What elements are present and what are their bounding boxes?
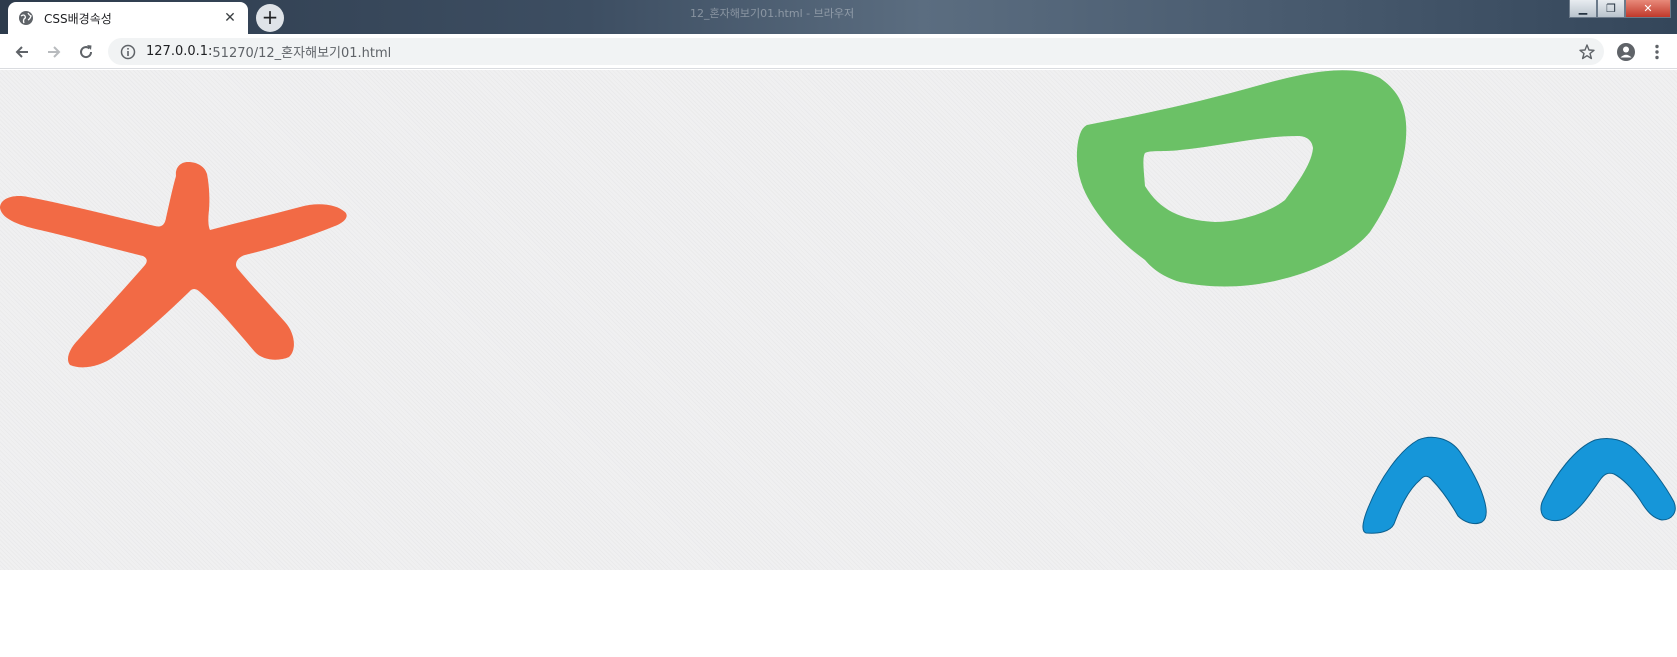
browser-toolbar: 127.0.0.1: 51270/12_혼자해보기01.html bbox=[0, 34, 1677, 69]
page-below-viewport bbox=[0, 570, 1677, 657]
new-tab-button[interactable]: + bbox=[256, 4, 284, 32]
star-icon[interactable] bbox=[1578, 43, 1596, 61]
minimize-button[interactable]: ▁ bbox=[1569, 0, 1597, 18]
url-host: 127.0.0.1: bbox=[146, 44, 213, 59]
kebab-menu-icon bbox=[1655, 44, 1659, 60]
blue-caret-right-doodle bbox=[1540, 437, 1676, 522]
menu-button[interactable] bbox=[1645, 40, 1669, 64]
page-viewport bbox=[0, 70, 1677, 570]
info-icon[interactable] bbox=[120, 44, 136, 60]
address-bar[interactable]: 127.0.0.1: 51270/12_혼자해보기01.html bbox=[108, 38, 1604, 65]
window-title: 12_혼자해보기01.html - 브라우저 bbox=[690, 7, 855, 20]
arrow-right-icon bbox=[48, 46, 61, 58]
arrow-left-icon bbox=[15, 46, 28, 58]
blue-caret-left-doodle bbox=[1362, 436, 1487, 534]
orange-star-doodle bbox=[0, 162, 347, 368]
globe-icon bbox=[19, 11, 33, 25]
reload-icon bbox=[80, 45, 93, 59]
tab-active[interactable]: CSS배경속성 ✕ bbox=[8, 2, 248, 34]
forward-button[interactable] bbox=[42, 40, 66, 64]
reload-button[interactable] bbox=[74, 40, 98, 64]
profile-button[interactable] bbox=[1614, 40, 1638, 64]
window-controls: ▁ ❐ ✕ bbox=[1569, 0, 1671, 20]
title-bar: CSS배경속성 ✕ + 12_혼자해보기01.html - 브라우저 ▁ ❐ ✕ bbox=[0, 0, 1677, 34]
close-window-button[interactable]: ✕ bbox=[1625, 0, 1671, 18]
tab-title: CSS배경속성 bbox=[44, 11, 112, 26]
url-path: 51270/12_혼자해보기01.html bbox=[212, 46, 392, 61]
background-doodles bbox=[0, 70, 1676, 534]
back-button[interactable] bbox=[10, 40, 34, 64]
green-bowl-doodle bbox=[1076, 70, 1407, 287]
tab-close-button[interactable]: ✕ bbox=[222, 10, 238, 26]
account-icon bbox=[1617, 43, 1635, 61]
maximize-button[interactable]: ❐ bbox=[1597, 0, 1625, 18]
